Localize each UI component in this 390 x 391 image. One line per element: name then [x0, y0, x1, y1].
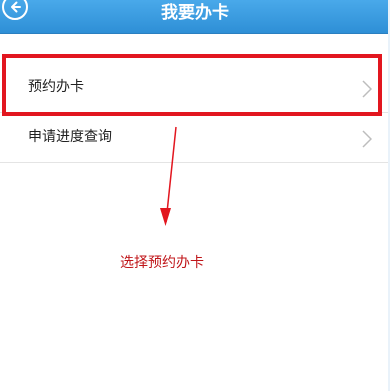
annotation-arrow-icon: [160, 126, 177, 226]
annotation-text: 选择预约办卡: [120, 255, 204, 271]
